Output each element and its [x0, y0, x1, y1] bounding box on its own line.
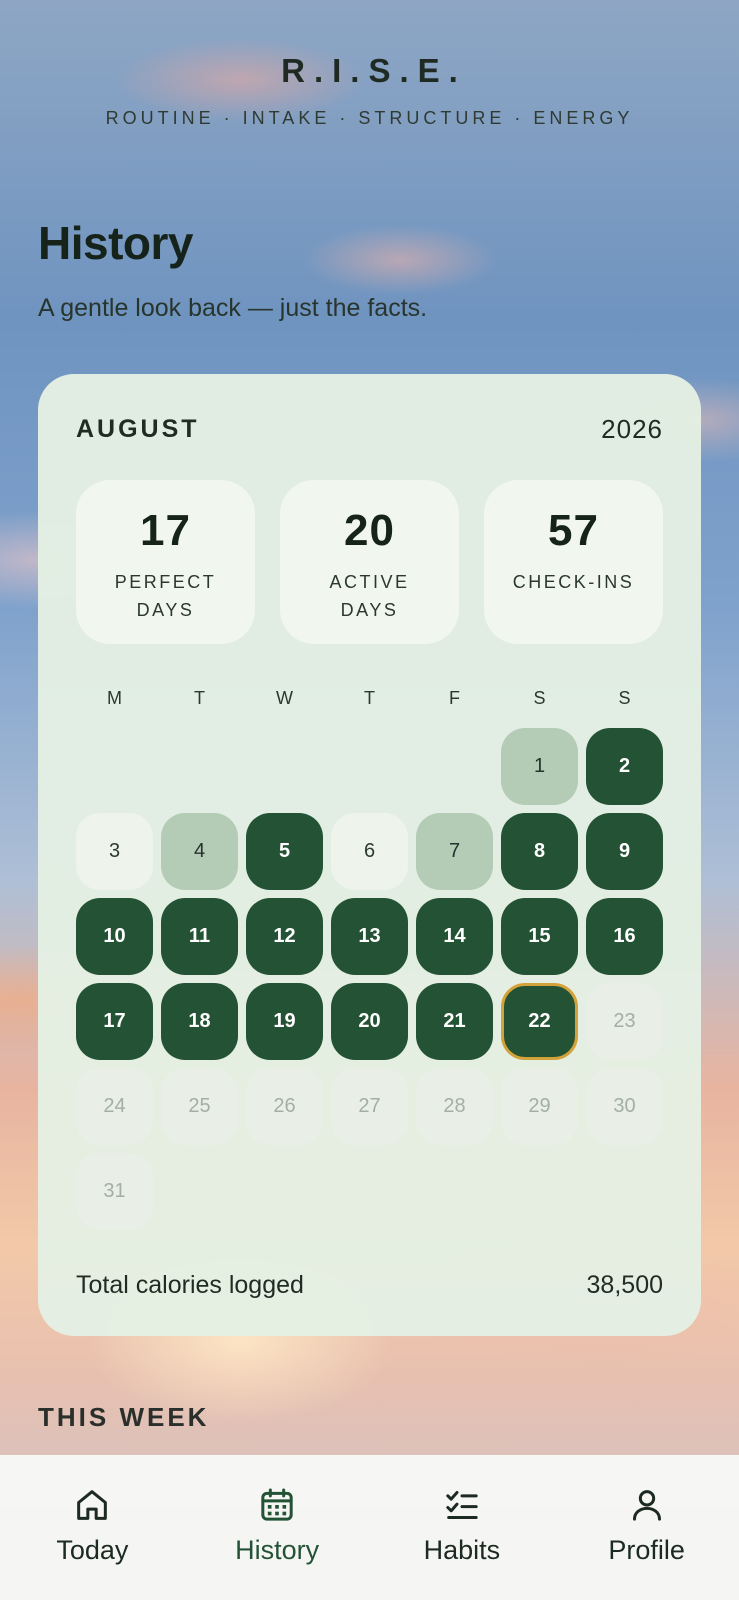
calendar-day[interactable]: 23	[586, 983, 663, 1060]
calendar-day[interactable]: 7	[416, 813, 493, 890]
calendar-day[interactable]: 29	[501, 1068, 578, 1145]
nav-today[interactable]: Today	[7, 1485, 177, 1566]
weekday-label: F	[449, 688, 460, 708]
card-header: AUGUST 2026	[76, 414, 663, 445]
nav-label: History	[235, 1535, 320, 1565]
bottom-nav: Today History Habits Profile	[0, 1455, 739, 1600]
total-calories-label: Total calories logged	[76, 1271, 304, 1299]
stats-row: 17 PERFECT DAYS 20 ACTIVE DAYS 57 CHECK-…	[76, 480, 663, 644]
weekday-header: MTWTFSS	[76, 688, 663, 709]
calendar-day[interactable]: 26	[246, 1068, 323, 1145]
calendar-day[interactable]: 28	[416, 1068, 493, 1145]
calendar-day[interactable]: 15	[501, 898, 578, 975]
stat-label: PERFECT DAYS	[114, 572, 217, 620]
calendar-day[interactable]: 6	[331, 813, 408, 890]
stat-label: ACTIVE DAYS	[329, 572, 410, 620]
calendar-blank	[246, 728, 323, 805]
weekday-label: W	[276, 688, 293, 708]
calendar-day[interactable]: 30	[586, 1068, 663, 1145]
calendar-day[interactable]: 18	[161, 983, 238, 1060]
calendar-day[interactable]: 1	[501, 728, 578, 805]
calendar-day[interactable]: 5	[246, 813, 323, 890]
person-icon	[632, 1490, 661, 1521]
calendar-day[interactable]: 3	[76, 813, 153, 890]
calendar-day[interactable]: 27	[331, 1068, 408, 1145]
stat-perfect-days: 17 PERFECT DAYS	[76, 480, 255, 644]
nav-history[interactable]: History	[192, 1485, 362, 1566]
total-calories-value: 38,500	[586, 1271, 663, 1299]
this-week-heading: THIS WEEK	[38, 1402, 210, 1432]
calendar-day[interactable]: 31	[76, 1153, 153, 1230]
stat-active-days: 20 ACTIVE DAYS	[280, 480, 459, 644]
nav-habits[interactable]: Habits	[377, 1485, 547, 1566]
calendar-day[interactable]: 25	[161, 1068, 238, 1145]
weekday-label: T	[194, 688, 205, 708]
brand-header: R.I.S.E. ROUTINE · INTAKE · STRUCTURE · …	[0, 52, 739, 129]
calendar-blank	[161, 728, 238, 805]
stat-value: 17	[140, 506, 191, 555]
weekday-label: S	[618, 688, 631, 708]
calendar-day[interactable]: 12	[246, 898, 323, 975]
calendar-day[interactable]: 21	[416, 983, 493, 1060]
page-subtitle: A gentle look back — just the facts.	[38, 294, 428, 322]
weekday-label: T	[364, 688, 375, 708]
month-label: AUGUST	[76, 415, 200, 443]
nav-label: Today	[56, 1535, 129, 1565]
nav-profile[interactable]: Profile	[562, 1485, 732, 1566]
brand-subtitle: ROUTINE · INTAKE · STRUCTURE · ENERGY	[105, 108, 634, 128]
calendar-day[interactable]: 8	[501, 813, 578, 890]
stat-check-ins: 57 CHECK-INS	[484, 480, 663, 644]
weekday-label: M	[107, 688, 122, 708]
calendar-grid: 1 2 3 4 5 6 7 8 9 10 11 12 13 14 15 16 17 18 19 20 21 22 23 24 2…	[76, 728, 663, 1230]
calendar-day[interactable]: 2	[586, 728, 663, 805]
calendar-day[interactable]: 11	[161, 898, 238, 975]
month-summary-card: AUGUST 2026 17 PERFECT DAYS 20 ACTIVE DA…	[38, 374, 701, 1336]
calendar-day[interactable]: 13	[331, 898, 408, 975]
calendar-blank	[416, 728, 493, 805]
calendar-day[interactable]: 9	[586, 813, 663, 890]
calendar-day[interactable]: 14	[416, 898, 493, 975]
checklist-icon	[446, 1491, 478, 1519]
weekday-label: S	[533, 688, 546, 708]
calendar-day[interactable]: 4	[161, 813, 238, 890]
calendar-day[interactable]: 16	[586, 898, 663, 975]
calendar-day[interactable]: 10	[76, 898, 153, 975]
calendar-icon	[261, 1488, 293, 1521]
total-calories-row: Total calories logged 38,500	[76, 1271, 663, 1300]
calendar-day[interactable]: 19	[246, 983, 323, 1060]
history-screen: R.I.S.E. ROUTINE · INTAKE · STRUCTURE · …	[0, 0, 739, 1600]
calendar-day[interactable]: 17	[76, 983, 153, 1060]
year-label: 2026	[601, 414, 663, 444]
stat-value: 57	[548, 506, 599, 555]
calendar-blank	[331, 728, 408, 805]
stat-value: 20	[344, 506, 395, 555]
calendar-day[interactable]: 24	[76, 1068, 153, 1145]
calendar-blank	[76, 728, 153, 805]
nav-label: Profile	[608, 1535, 685, 1565]
nav-label: Habits	[423, 1535, 501, 1565]
calendar-day-today[interactable]: 22	[501, 983, 578, 1060]
home-icon	[77, 1490, 108, 1520]
page-title: History	[38, 217, 193, 269]
stat-label: CHECK-INS	[512, 572, 635, 592]
brand-title: R.I.S.E.	[281, 52, 467, 89]
calendar-day[interactable]: 20	[331, 983, 408, 1060]
